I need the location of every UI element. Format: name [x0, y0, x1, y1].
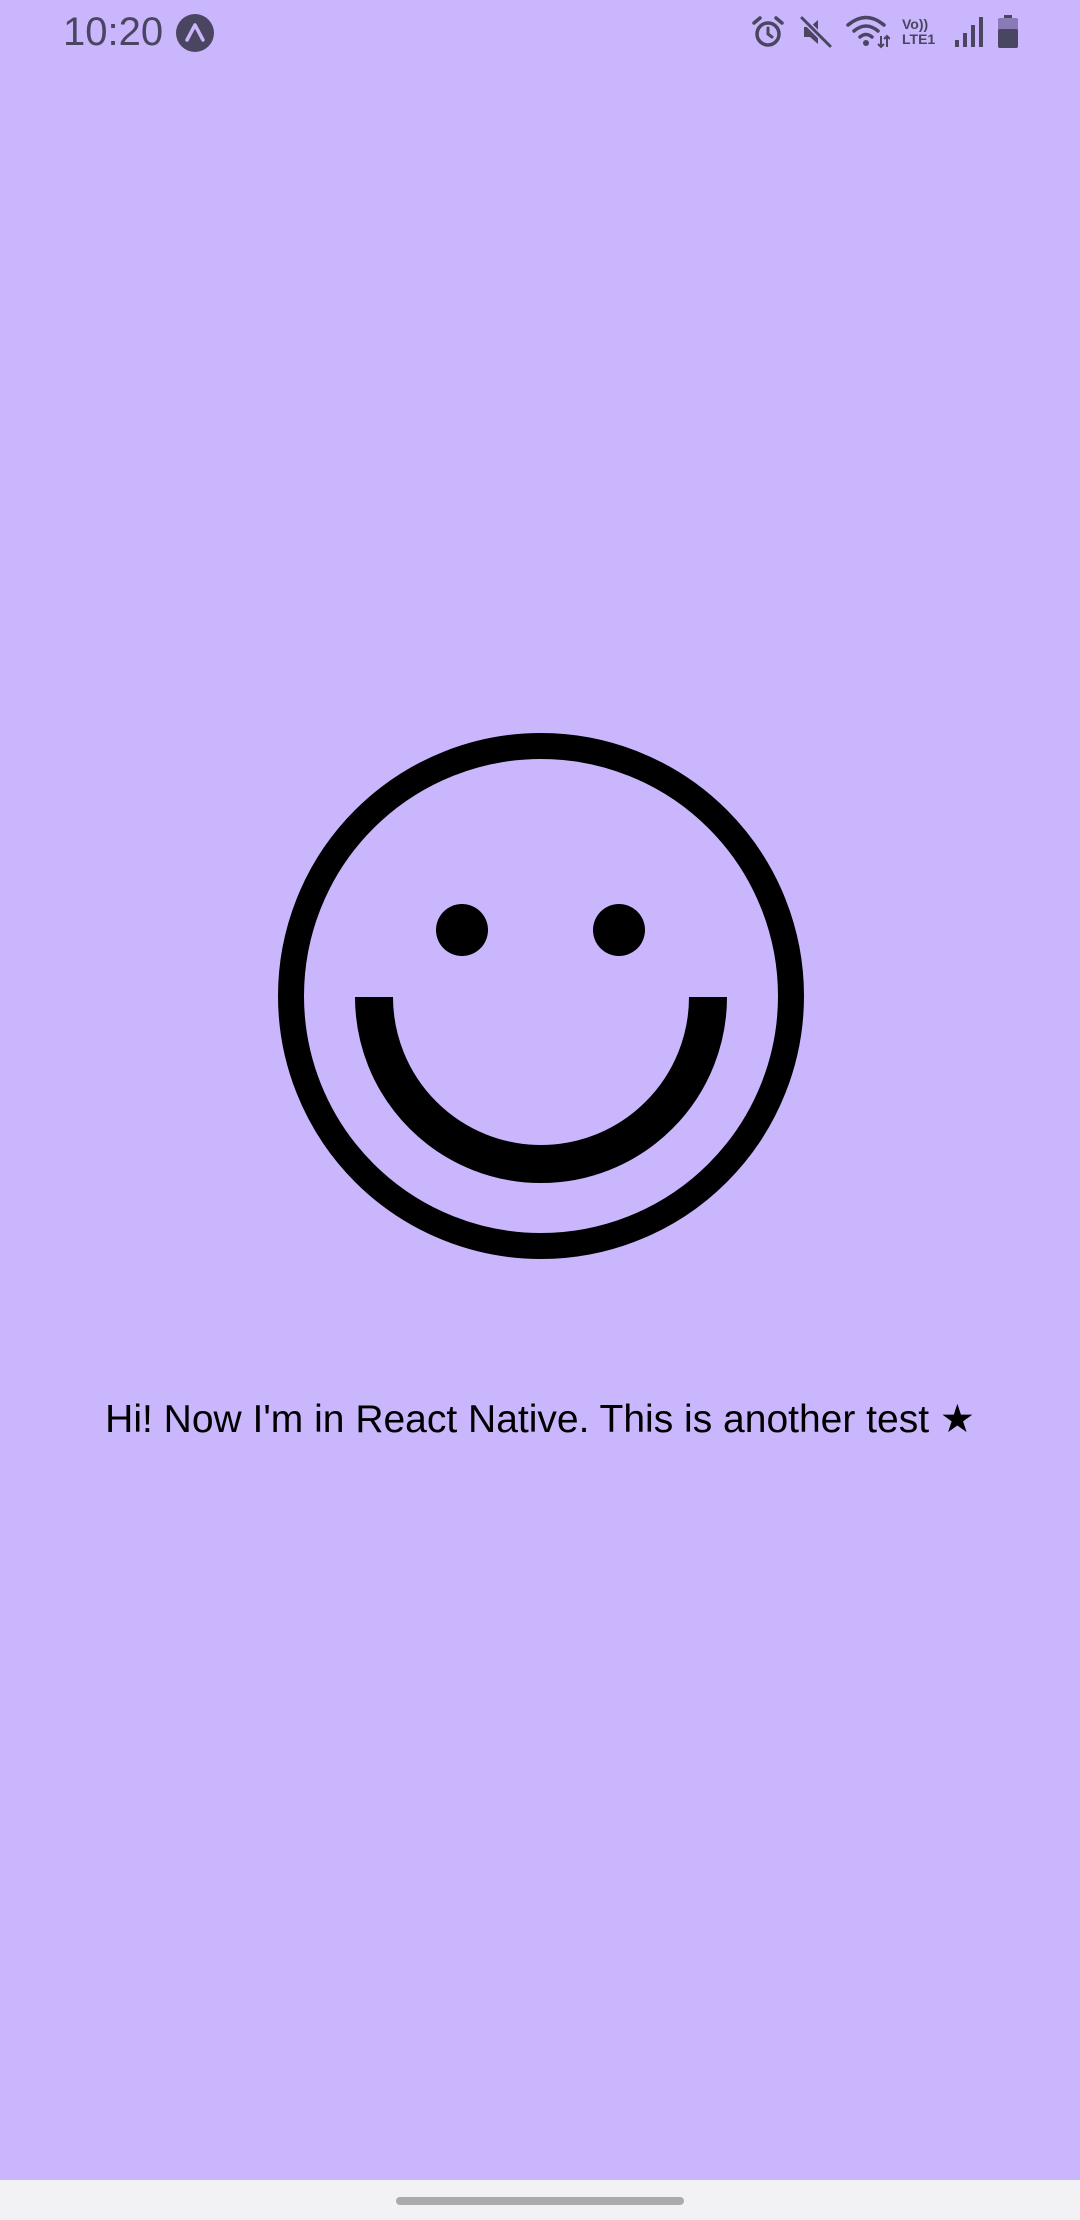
home-gesture-handle[interactable]	[396, 2197, 684, 2205]
volte-label: Vo))	[902, 16, 929, 32]
signal-icon	[954, 16, 984, 48]
volte-lte-indicator: Vo)) LTE1	[902, 17, 942, 47]
smiley-face-icon	[278, 733, 804, 1259]
status-bar: 10:20 Vo)) LTE1	[0, 0, 1080, 64]
expo-icon	[176, 14, 214, 52]
battery-icon	[996, 15, 1020, 49]
mute-icon	[798, 14, 834, 50]
status-icons: Vo)) LTE1	[738, 12, 1020, 52]
wifi-icon	[846, 14, 890, 50]
message-text: Hi! Now I'm in React Native. This is ano…	[105, 1398, 975, 1441]
navigation-bar	[0, 2180, 1080, 2220]
status-time: 10:20	[63, 10, 164, 54]
smile-mouth	[355, 996, 727, 1183]
left-eye	[436, 904, 488, 956]
right-eye	[593, 904, 645, 956]
lte-label: LTE1	[902, 31, 936, 47]
alarm-icon	[750, 14, 786, 50]
